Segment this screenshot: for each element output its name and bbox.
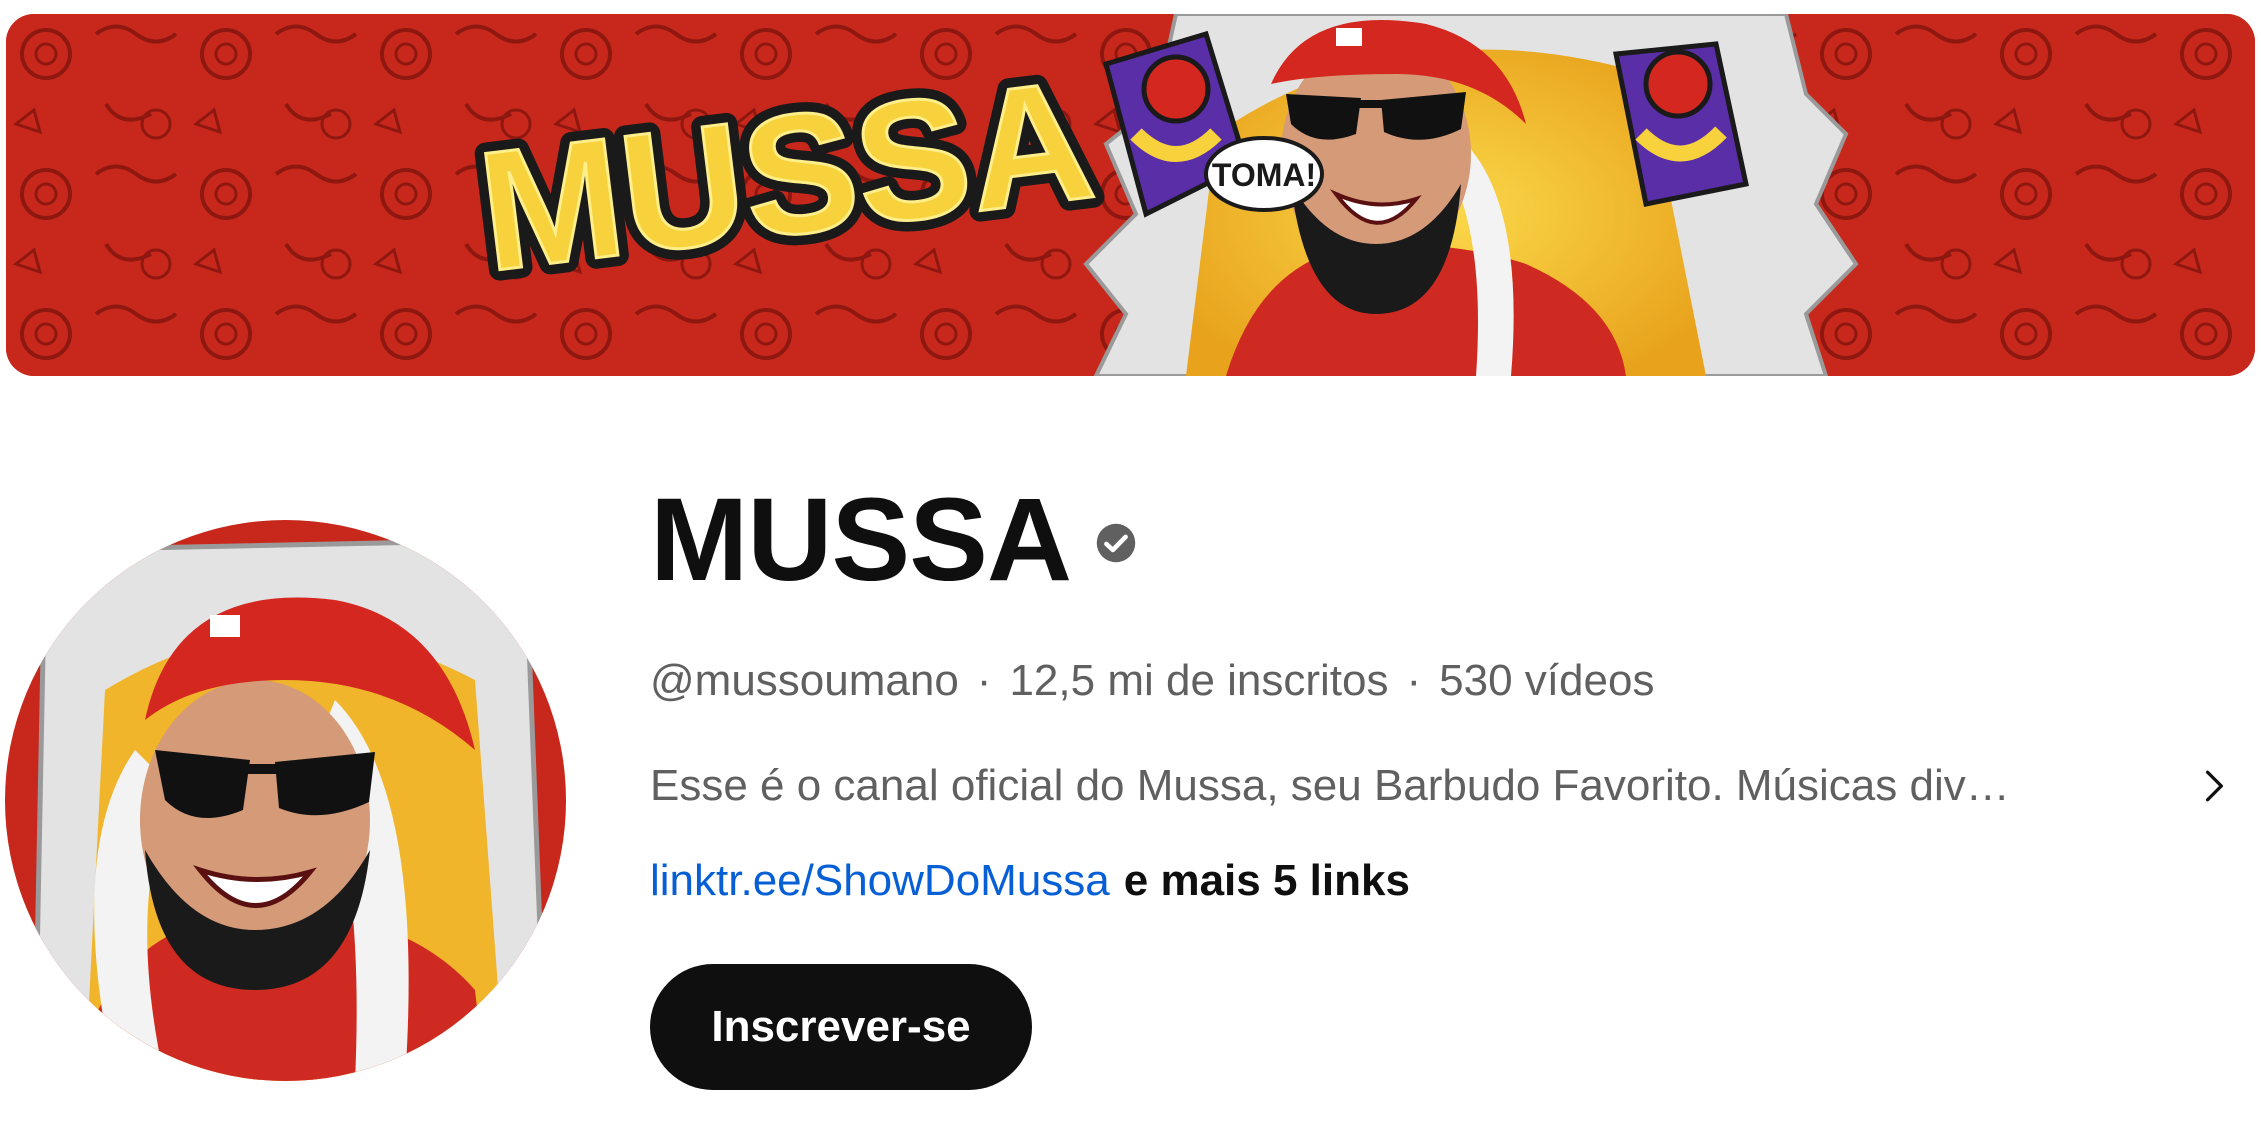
title-row: MUSSA (650, 470, 2240, 610)
more-links-button[interactable]: e mais 5 links (1124, 856, 1410, 906)
video-count: 530 vídeos (1439, 656, 1655, 705)
svg-text:TOMA!: TOMA! (1212, 157, 1316, 193)
speech-bubble: TOMA! (1204, 136, 1324, 212)
channel-info: MUSSA @mussoumano · 12,5 mi de inscritos… (650, 470, 2240, 1090)
channel-handle: @mussoumano (650, 656, 959, 705)
meta-separator: · (976, 656, 992, 705)
channel-banner: MUSSA MUSSA TOMA! (6, 14, 2255, 376)
channel-meta: @mussoumano · 12,5 mi de inscritos · 530… (650, 656, 2240, 706)
links-row: linktr.ee/ShowDoMussa e mais 5 links (650, 856, 2240, 906)
channel-description[interactable]: Esse é o canal oficial do Mussa, seu Bar… (650, 761, 2130, 811)
banner-artwork: MUSSA MUSSA TOMA! (6, 14, 2255, 376)
channel-page: MUSSA MUSSA TOMA! MUSSA @mussoumano · 12… (0, 0, 2261, 1130)
meta-separator: · (1406, 656, 1422, 705)
subscriber-count: 12,5 mi de inscritos (1009, 656, 1389, 705)
subscribe-button[interactable]: Inscrever-se (650, 964, 1032, 1090)
channel-avatar[interactable] (5, 520, 566, 1081)
channel-link[interactable]: linktr.ee/ShowDoMussa (650, 856, 1110, 906)
avatar-image (5, 520, 566, 1081)
description-row[interactable]: Esse é o canal oficial do Mussa, seu Bar… (650, 756, 2240, 816)
verified-check-icon[interactable] (1095, 522, 1137, 564)
chevron-right-icon[interactable] (2188, 760, 2240, 812)
channel-name: MUSSA (650, 474, 1072, 606)
